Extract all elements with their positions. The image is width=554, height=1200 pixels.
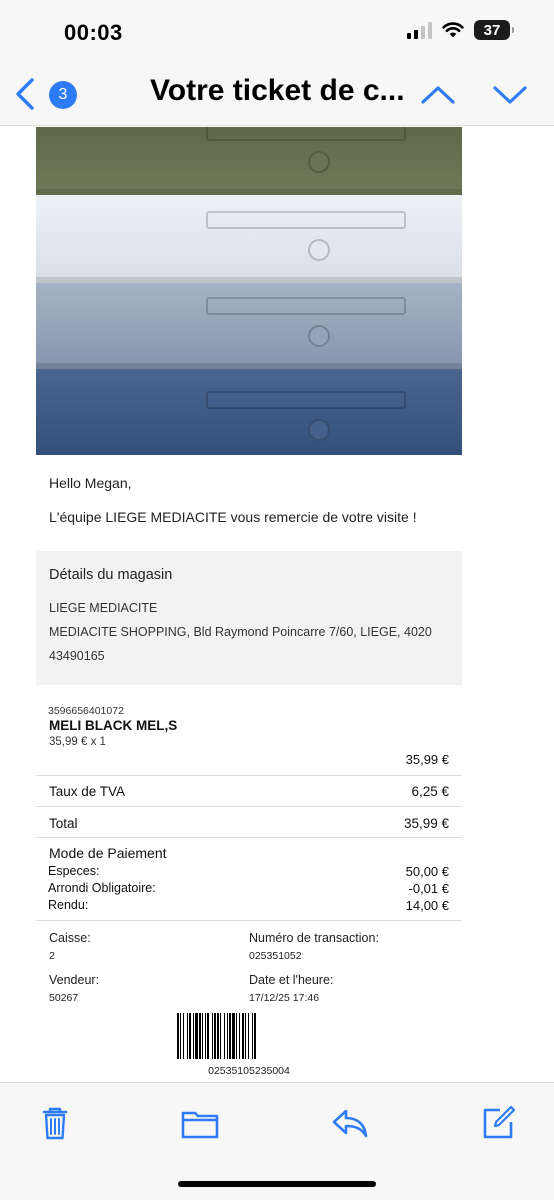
payment-value-cash: 50,00 € bbox=[405, 864, 449, 879]
compose-icon[interactable] bbox=[478, 1103, 518, 1143]
seller-value: 50267 bbox=[49, 992, 79, 1004]
chevron-up-icon[interactable] bbox=[420, 80, 456, 110]
folder-icon[interactable] bbox=[180, 1103, 220, 1143]
wifi-icon bbox=[442, 22, 464, 38]
register-label: Caisse: bbox=[49, 931, 91, 945]
payment-title: Mode de Paiement bbox=[49, 845, 167, 861]
store-address: MEDIACITE SHOPPING, Bld Raymond Poincarr… bbox=[49, 625, 432, 639]
store-name: LIEGE MEDIACITE bbox=[49, 601, 158, 615]
battery-indicator: 37 bbox=[474, 20, 514, 40]
seller-label: Vendeur: bbox=[49, 973, 100, 987]
store-phone: 43490165 bbox=[49, 649, 105, 663]
status-time: 00:03 bbox=[64, 20, 123, 45]
item-name: MELI BLACK MEL,S bbox=[49, 718, 178, 733]
transaction-value: 025351052 bbox=[249, 950, 302, 962]
shirt-dark-blue bbox=[36, 369, 462, 455]
shirt-light-blue bbox=[36, 283, 462, 369]
payment-label-cash: Especes: bbox=[48, 864, 100, 878]
divider bbox=[36, 837, 462, 838]
divider bbox=[36, 775, 462, 776]
item-sku: 3596656401072 bbox=[48, 705, 124, 717]
status-bar: 00:03 37 bbox=[0, 0, 554, 62]
unread-count-badge[interactable]: 3 bbox=[49, 81, 77, 109]
register-value: 2 bbox=[49, 950, 55, 962]
nav-bar: 3 Votre ticket de c... bbox=[0, 62, 554, 126]
thanks-text: L'équipe LIEGE MEDIACITE vous remercie d… bbox=[49, 509, 417, 525]
email-subject-title: Votre ticket de c... bbox=[150, 74, 405, 107]
chevron-left-icon[interactable] bbox=[10, 76, 40, 112]
total-label: Total bbox=[49, 816, 78, 831]
shirt-white bbox=[36, 195, 462, 283]
reply-icon[interactable] bbox=[330, 1103, 370, 1143]
store-details-title: Détails du magasin bbox=[49, 567, 173, 583]
chevron-down-icon[interactable] bbox=[492, 80, 528, 110]
bottom-toolbar bbox=[0, 1082, 554, 1200]
trash-icon[interactable] bbox=[35, 1103, 75, 1143]
greeting-text: Hello Megan, bbox=[49, 475, 132, 491]
payment-label-rounding: Arrondi Obligatoire: bbox=[48, 881, 156, 895]
status-indicators: 37 bbox=[407, 20, 514, 40]
vat-label: Taux de TVA bbox=[49, 784, 126, 799]
datetime-value: 17/12/25 17:46 bbox=[249, 992, 320, 1004]
total-value: 35,99 € bbox=[403, 816, 449, 831]
transaction-label: Numéro de transaction: bbox=[249, 931, 379, 945]
item-quantity-price: 35,99 € x 1 bbox=[49, 736, 106, 748]
store-details: Détails du magasin LIEGE MEDIACITE MEDIA… bbox=[36, 551, 462, 685]
payment-value-change: 14,00 € bbox=[405, 898, 449, 913]
datetime-label: Date et l'heure: bbox=[249, 973, 334, 987]
home-indicator bbox=[178, 1181, 376, 1187]
hero-shirts-image bbox=[36, 127, 462, 455]
email-body[interactable]: Hello Megan, L'équipe LIEGE MEDIACITE vo… bbox=[0, 127, 554, 1082]
payment-value-rounding: -0,01 € bbox=[408, 881, 449, 896]
barcode-number: 02535105235004 bbox=[208, 1065, 290, 1077]
cellular-signal-icon bbox=[407, 21, 432, 39]
divider bbox=[36, 920, 462, 921]
barcode-image bbox=[177, 1013, 256, 1059]
payment-label-change: Rendu: bbox=[48, 898, 89, 912]
vat-value: 6,25 € bbox=[411, 784, 449, 799]
item-price: 35,99 € bbox=[405, 752, 449, 767]
shirt-green bbox=[36, 127, 462, 195]
divider bbox=[36, 806, 462, 807]
